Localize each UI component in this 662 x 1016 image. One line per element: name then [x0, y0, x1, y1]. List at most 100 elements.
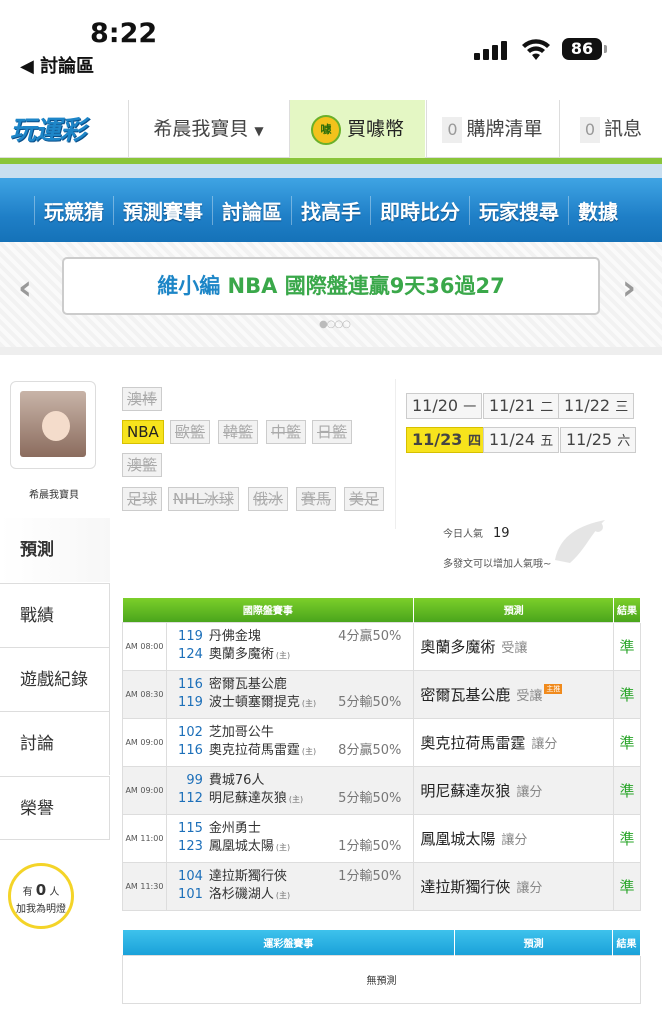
league-tab[interactable]: 澳棒 — [122, 387, 163, 411]
league-tab[interactable]: 賽馬 — [296, 487, 337, 511]
lightbulb-icon[interactable]: 有 0 人 加我為明燈 — [8, 863, 74, 929]
sidebar-item-honor[interactable]: 榮譽 — [0, 776, 110, 840]
caret-down-icon: ▼ — [254, 124, 264, 138]
home-team[interactable]: 鳳凰城太陽 — [209, 839, 274, 854]
league-tab-nba[interactable]: NBA — [122, 420, 164, 444]
sidebar-item-predict[interactable]: 預測 — [0, 518, 110, 582]
nav-item-player-search[interactable]: 玩家搜尋 — [469, 196, 568, 225]
date-tab[interactable]: 11/21 二 — [483, 393, 560, 419]
match-teams: 115 金州勇士 123 鳳凰城太陽 (主) 1分輸50% — [165, 813, 415, 863]
odds: 8分贏50% — [338, 743, 402, 758]
away-team[interactable]: 密爾瓦基公鹿 — [209, 677, 287, 692]
league-tab[interactable]: NHL冰球 — [168, 487, 239, 511]
table-row: AM 08:30 116 密爾瓦基公鹿 119 波士頓塞爾提克 (主) 5分輸50% 密爾瓦基… — [122, 669, 641, 719]
sidebar-item-discussion[interactable]: 討論 — [0, 711, 110, 775]
match-teams: 104 達拉斯獨行俠 1分輸50% 101 洛杉磯湖人 (主) — [165, 861, 415, 911]
sidebar-item-record[interactable]: 戰績 — [0, 583, 110, 647]
date-tab[interactable]: 11/22 三 — [558, 393, 635, 419]
away-team[interactable]: 芝加哥公牛 — [209, 725, 274, 740]
prediction-type: 讓分 — [501, 832, 528, 848]
league-tab[interactable]: 俄冰 — [248, 487, 289, 511]
league-tab[interactable]: 歐籃 — [170, 420, 211, 444]
weekday: 四 — [467, 434, 481, 449]
away-team[interactable]: 達拉斯獨行俠 — [209, 869, 287, 884]
date-tab[interactable]: 11/25 六 — [560, 427, 637, 453]
team-number: 102 — [178, 725, 203, 740]
away-team[interactable]: 金州勇士 — [209, 821, 261, 836]
message-label: 訊息 — [603, 118, 642, 140]
nav-item-live-score[interactable]: 即時比分 — [370, 196, 469, 225]
home-team[interactable]: 洛杉磯湖人 — [209, 887, 274, 902]
league-tab[interactable]: 日籃 — [312, 420, 353, 444]
table-row: AM 09:00 102 芝加哥公牛 116 奧克拉荷馬雷霆 (主) 8分贏50% 奧克拉荷馬… — [122, 717, 641, 767]
main-nav: 玩競猜 預測賽事 討論區 找高手 即時比分 玩家搜尋 數據 — [0, 164, 662, 242]
odds: 1分輸50% — [338, 839, 402, 854]
avatar[interactable] — [10, 381, 96, 469]
chevron-left-icon[interactable]: ‹ — [18, 268, 32, 308]
home-mark: (主) — [275, 891, 291, 900]
prediction-cell: 密爾瓦基公鹿 受讓 主推 — [413, 669, 615, 719]
league-tab[interactable]: 美足 — [344, 487, 385, 511]
result-cell: 準 — [613, 813, 641, 863]
league-tab[interactable]: 韓籃 — [218, 420, 259, 444]
back-link[interactable]: ◀ 討論區 — [20, 52, 94, 78]
home-team[interactable]: 奧克拉荷馬雷霆 — [209, 743, 300, 758]
match-time: AM 09:00 — [122, 765, 167, 815]
date-value: 11/23 — [412, 430, 463, 449]
date-value: 11/21 — [489, 396, 536, 415]
cart-link[interactable]: 0 購牌清單 — [426, 100, 558, 158]
nav-item-predict[interactable]: 預測賽事 — [113, 196, 212, 225]
popularity-value: 19 — [493, 526, 510, 541]
home-mark: (主) — [301, 699, 317, 708]
user-menu[interactable]: 希晨我寶貝 ▼ — [128, 100, 288, 158]
result-cell: 準 — [613, 765, 641, 815]
match-teams: 119 丹佛金塊 4分贏50% 124 奧蘭多魔術 (主) — [165, 621, 415, 671]
nav-item-data[interactable]: 數據 — [568, 196, 627, 225]
league-tab[interactable]: 中籃 — [266, 420, 307, 444]
table-row: AM 11:00 115 金州勇士 123 鳳凰城太陽 (主) 1分輸50% 鳳凰城太陽 讓分準 — [122, 813, 641, 863]
bulb-suffix: 人 — [49, 887, 60, 898]
home-team[interactable]: 波士頓塞爾提克 — [209, 695, 300, 710]
nav-item-quiz[interactable]: 玩競猜 — [34, 196, 113, 225]
date-tab[interactable]: 11/20 一 — [406, 393, 483, 419]
team-number: 119 — [178, 629, 203, 644]
prediction-cell: 鳳凰城太陽 讓分 — [413, 813, 615, 863]
match-time: AM 08:00 — [122, 621, 167, 671]
predicted-team: 達拉斯獨行俠 — [420, 877, 511, 896]
buy-coin-button[interactable]: 噱買噱幣 — [289, 100, 425, 158]
col-header-intl-match: 國際盤賽事 — [122, 598, 415, 622]
prediction-type: 讓分 — [516, 784, 543, 800]
cart-label: 購牌清單 — [466, 118, 543, 140]
wifi-icon — [522, 39, 550, 60]
nav-item-experts[interactable]: 找高手 — [291, 196, 370, 225]
sidebar-username: 希晨我寶貝 — [29, 490, 79, 501]
team-number: 99 — [186, 773, 203, 788]
message-link[interactable]: 0 訊息 — [559, 100, 662, 158]
bulb-count: 0 — [35, 881, 47, 899]
match-time: AM 08:30 — [122, 669, 167, 719]
predicted-team: 奧蘭多魔術 — [420, 637, 496, 656]
nav-item-forum[interactable]: 討論區 — [212, 196, 291, 225]
announcement-banner: ‹ 維小編 NBA 國際盤連贏9天36過27 › ●○○○ — [0, 242, 662, 347]
date-tab-selected[interactable]: 11/23 四 — [406, 427, 487, 453]
chevron-right-icon[interactable]: › — [622, 268, 636, 308]
date-tab[interactable]: 11/24 五 — [483, 427, 560, 453]
away-team[interactable]: 丹佛金塊 — [209, 629, 261, 644]
home-mark: (主) — [301, 747, 317, 756]
banner-headline: NBA 國際盤連贏9天36過27 — [227, 274, 505, 298]
league-tab[interactable]: 足球 — [122, 487, 163, 511]
cart-count: 0 — [442, 116, 463, 143]
home-team[interactable]: 明尼蘇達灰狼 — [209, 791, 287, 806]
home-team[interactable]: 奧蘭多魔術 — [209, 647, 274, 662]
away-team[interactable]: 費城76人 — [209, 773, 265, 788]
sidebar-item-game-log[interactable]: 遊戲紀錄 — [0, 647, 110, 711]
prediction-cell: 奧克拉荷馬雷霆 讓分 — [413, 717, 615, 767]
message-count: 0 — [579, 116, 600, 143]
site-logo[interactable]: 玩運彩 — [10, 110, 110, 148]
team-number: 124 — [178, 647, 203, 662]
home-mark: (主) — [275, 651, 291, 660]
odds: 5分輸50% — [338, 695, 402, 710]
decoration-icon — [555, 520, 605, 563]
banner-message[interactable]: 維小編 NBA 國際盤連贏9天36過27 — [62, 257, 600, 315]
league-tab[interactable]: 澳籃 — [122, 453, 163, 477]
